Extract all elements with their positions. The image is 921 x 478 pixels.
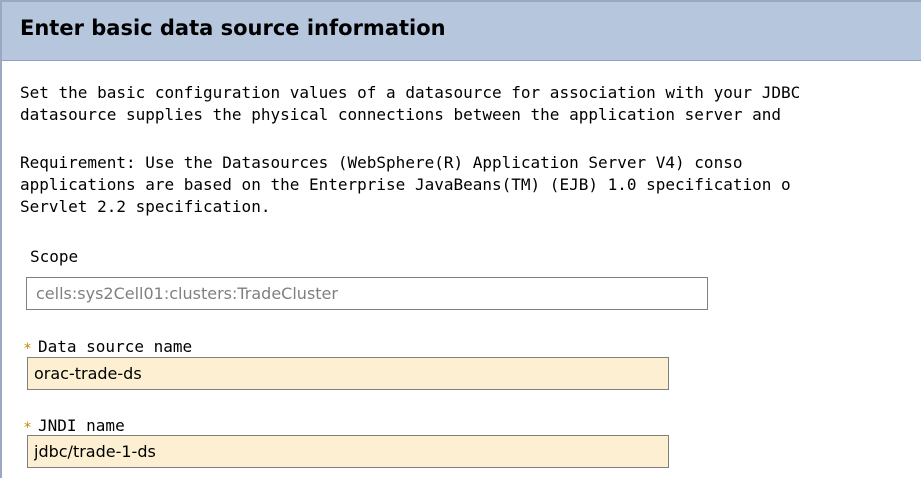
scope-field: cells:sys2Cell01:clusters:TradeCluster bbox=[26, 277, 708, 310]
section-header: Enter basic data source information bbox=[2, 2, 921, 61]
data-source-name-input[interactable] bbox=[27, 357, 669, 390]
content-frame: Enter basic data source information Set … bbox=[0, 0, 921, 478]
section-title: Enter basic data source information bbox=[20, 16, 446, 40]
requirement-line: Servlet 2.2 specification. bbox=[20, 197, 271, 216]
description-paragraph: Set the basic configuration values of a … bbox=[20, 82, 800, 126]
requirement-line: applications are based on the Enterprise… bbox=[20, 175, 791, 194]
description-line: Set the basic configuration values of a … bbox=[20, 83, 801, 102]
jndi-name-label: JNDI name bbox=[38, 416, 125, 435]
description-line: datasource supplies the physical connect… bbox=[20, 105, 781, 124]
scope-label: Scope bbox=[30, 247, 79, 266]
requirement-paragraph: Requirement: Use the Datasources (WebSph… bbox=[20, 152, 791, 218]
jndi-name-input[interactable] bbox=[27, 435, 669, 468]
requirement-line: Requirement: Use the Datasources (WebSph… bbox=[20, 153, 743, 172]
data-source-name-label: Data source name bbox=[38, 337, 193, 356]
required-star-icon: * bbox=[24, 341, 31, 357]
